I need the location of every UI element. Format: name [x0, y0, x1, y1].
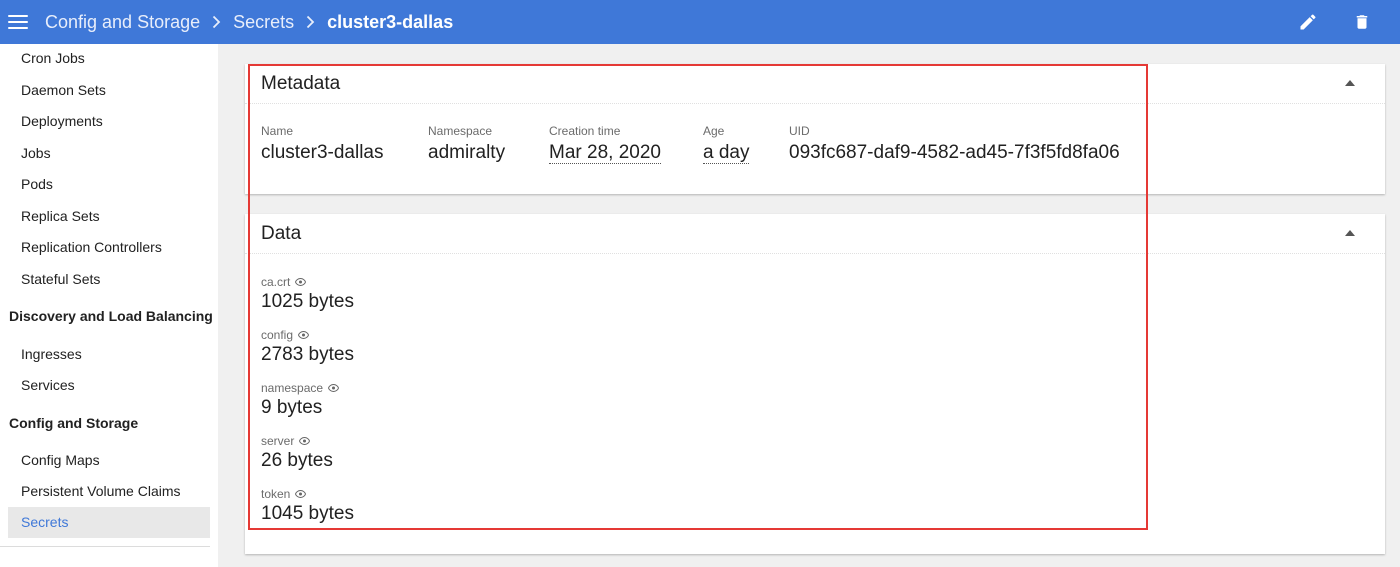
sidebar-item-cron-jobs[interactable]: Cron Jobs [21, 48, 85, 68]
data-title: Data [261, 222, 302, 244]
metadata-uid: UID 093fc687-daf9-4582-ad45-7f3f5fd8fa06 [789, 124, 1120, 164]
eye-icon[interactable] [299, 437, 311, 445]
sidebar-item-ingresses[interactable]: Ingresses [21, 344, 82, 364]
data-size: 1045 bytes [261, 503, 354, 524]
sidebar-item-replica-sets[interactable]: Replica Sets [21, 206, 100, 226]
metadata-uid-label: UID [789, 124, 810, 138]
top-app-bar: Config and Storage Secrets cluster3-dall… [0, 0, 1400, 44]
data-size: 26 bytes [261, 450, 333, 471]
page-title: cluster3-dallas [327, 11, 454, 32]
metadata-creation-time-label: Creation time [549, 124, 621, 138]
sidebar-item-persistent-volume-claims[interactable]: Persistent Volume Claims [21, 481, 181, 501]
metadata-namespace: Namespace admiralty [428, 124, 505, 164]
data-card-header[interactable]: Data [245, 214, 1385, 254]
eye-icon[interactable] [298, 331, 310, 339]
eye-icon[interactable] [295, 278, 307, 286]
metadata-creation-time: Creation time Mar 28, 2020 [549, 124, 661, 164]
sidebar-item-replication-controllers[interactable]: Replication Controllers [21, 237, 162, 257]
collapse-icon[interactable] [1345, 80, 1355, 86]
sidebar-item-secrets[interactable]: Secrets [8, 507, 210, 538]
eye-icon[interactable] [295, 490, 307, 498]
metadata-title: Metadata [261, 72, 341, 94]
metadata-age: Age a day [703, 124, 750, 164]
metadata-name: Name cluster3-dallas [261, 124, 384, 164]
edit-icon[interactable] [1296, 10, 1320, 34]
breadcrumb-config-and-storage[interactable]: Config and Storage [45, 12, 200, 33]
metadata-card: Metadata Name cluster3-dallas Namespace … [245, 64, 1385, 194]
data-entry-namespace: namespace 9 bytes [261, 381, 340, 419]
data-key: config [261, 328, 294, 342]
metadata-namespace-label: Namespace [428, 124, 493, 138]
menu-icon[interactable] [8, 15, 28, 29]
sidebar-item-services[interactable]: Services [21, 375, 75, 395]
sidebar-item-pods[interactable]: Pods [21, 174, 53, 194]
main-content: Metadata Name cluster3-dallas Namespace … [218, 44, 1400, 567]
breadcrumb-secrets[interactable]: Secrets [233, 12, 294, 33]
data-key: server [261, 434, 295, 448]
sidebar-item-daemon-sets[interactable]: Daemon Sets [21, 80, 106, 100]
data-entry-config: config 2783 bytes [261, 328, 354, 366]
metadata-creation-time-value[interactable]: Mar 28, 2020 [549, 142, 661, 164]
eye-icon[interactable] [328, 384, 340, 392]
sidebar-divider [0, 546, 210, 547]
sidebar-item-stateful-sets[interactable]: Stateful Sets [21, 269, 100, 289]
delete-icon[interactable] [1350, 10, 1374, 34]
metadata-uid-value: 093fc687-daf9-4582-ad45-7f3f5fd8fa06 [789, 142, 1120, 163]
chevron-right-icon [306, 15, 315, 29]
metadata-name-value: cluster3-dallas [261, 142, 384, 163]
chevron-right-icon [212, 15, 221, 29]
data-size: 1025 bytes [261, 291, 354, 312]
sidebar-section-config-storage[interactable]: Config and Storage [9, 413, 138, 433]
data-key: token [261, 487, 291, 501]
metadata-name-label: Name [261, 124, 294, 138]
data-card: Data ca.crt 1025 bytes config 2783 bytes… [245, 214, 1385, 554]
data-key: namespace [261, 381, 324, 395]
metadata-age-label: Age [703, 124, 725, 138]
sidebar-item-config-maps[interactable]: Config Maps [21, 450, 100, 470]
sidebar-item-jobs[interactable]: Jobs [21, 143, 51, 163]
metadata-card-header[interactable]: Metadata [245, 64, 1385, 104]
data-size: 2783 bytes [261, 344, 354, 365]
collapse-icon[interactable] [1345, 230, 1355, 236]
data-entry-ca-crt: ca.crt 1025 bytes [261, 275, 354, 313]
metadata-namespace-value[interactable]: admiralty [428, 142, 505, 164]
sidebar-nav: Cron Jobs Daemon Sets Deployments Jobs P… [0, 44, 218, 567]
data-key: ca.crt [261, 275, 291, 289]
data-size: 9 bytes [261, 397, 323, 418]
data-entry-token: token 1045 bytes [261, 487, 354, 525]
breadcrumb: Config and Storage Secrets cluster3-dall… [45, 12, 453, 33]
metadata-age-value[interactable]: a day [703, 142, 750, 164]
data-entry-server: server 26 bytes [261, 434, 333, 472]
sidebar-section-discovery[interactable]: Discovery and Load Balancing [9, 306, 213, 326]
sidebar-item-deployments[interactable]: Deployments [21, 111, 103, 131]
